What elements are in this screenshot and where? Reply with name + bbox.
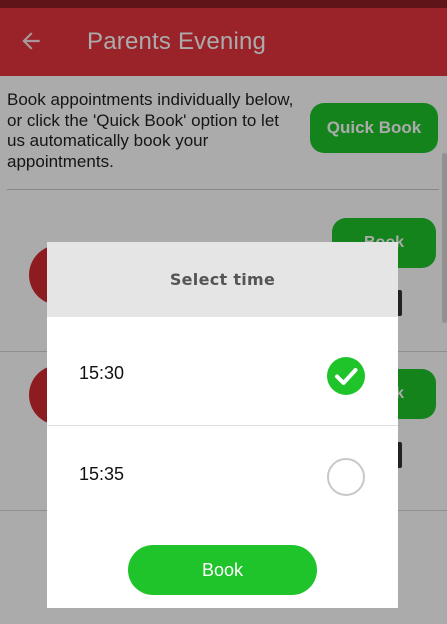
dialog-title: Select time <box>169 270 276 289</box>
radio-unchecked-icon[interactable] <box>327 458 365 496</box>
book-button[interactable]: Book <box>128 545 317 595</box>
time-label: 15:30 <box>79 363 125 383</box>
dialog-header: Select time <box>47 242 398 317</box>
checkmark-icon[interactable] <box>327 357 365 395</box>
select-time-dialog: Select time 15:30 15:35 Book <box>47 242 398 608</box>
time-option[interactable]: 15:30 <box>47 325 398 425</box>
time-label: 15:35 <box>79 464 125 484</box>
time-option[interactable]: 15:35 <box>47 426 398 526</box>
